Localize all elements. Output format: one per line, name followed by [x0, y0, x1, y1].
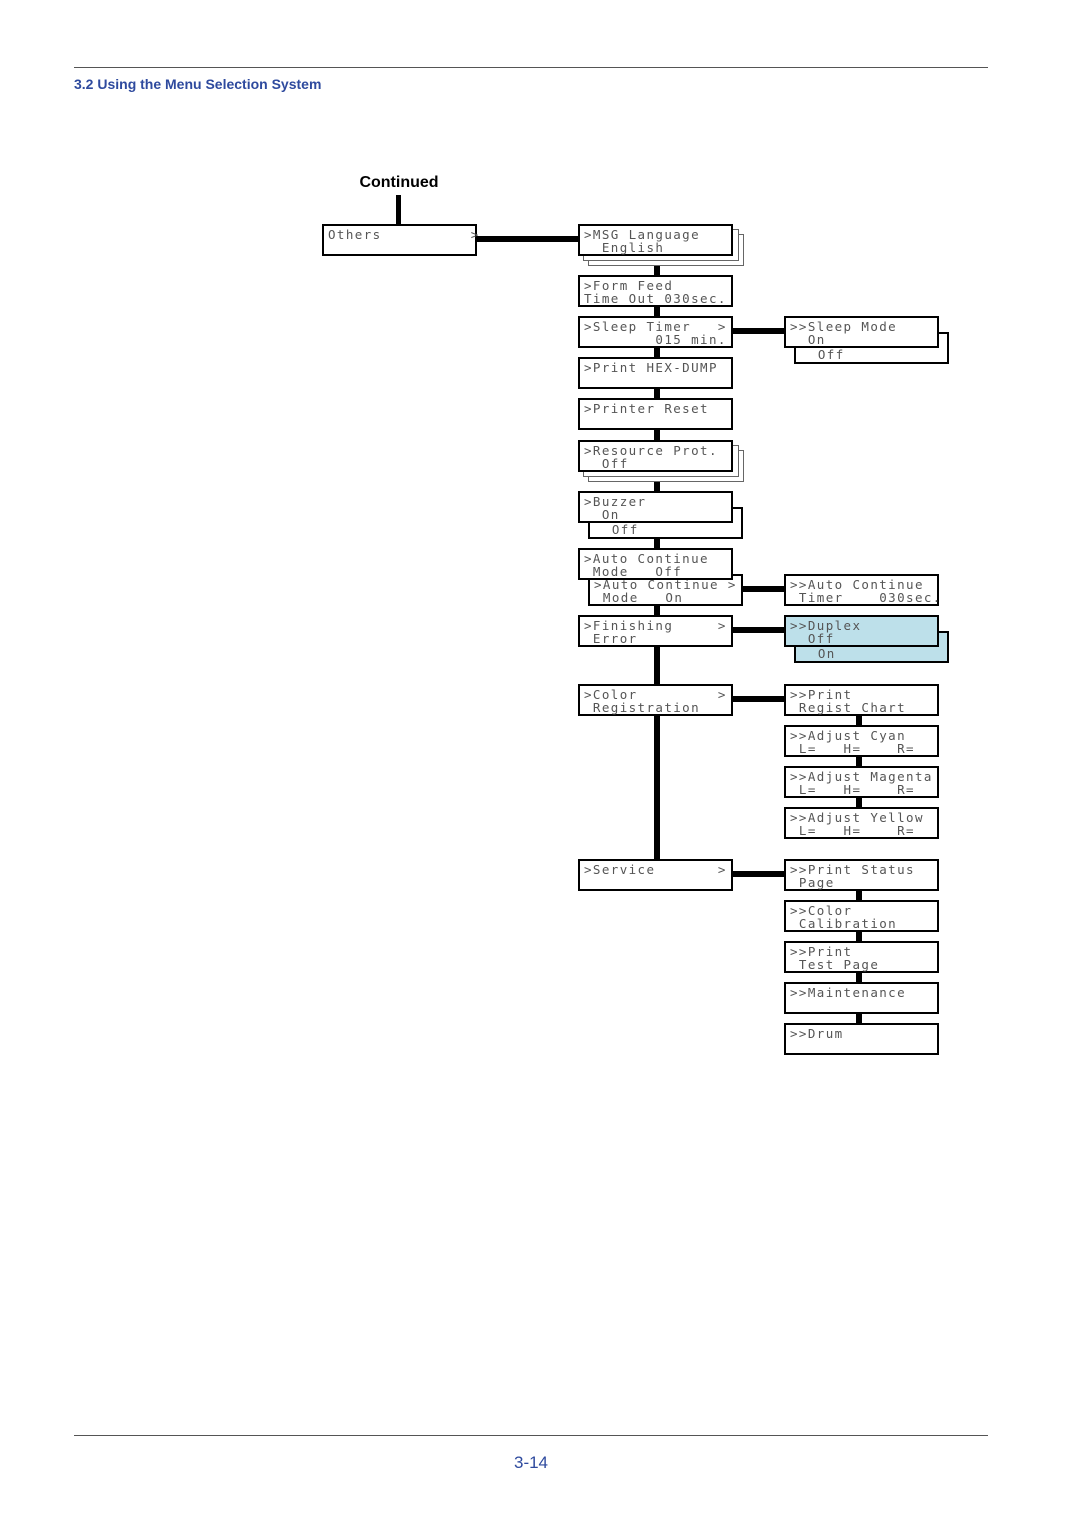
- box-text: L= H= R=: [790, 823, 915, 838]
- box-text: Registration: [584, 700, 701, 715]
- menu-sleep-timer: >Sleep Timer > 015 min.: [578, 316, 733, 348]
- box-text: Others >: [328, 227, 480, 242]
- box-text: On: [800, 646, 836, 661]
- connector: [733, 627, 785, 633]
- box-text: Mode On: [594, 590, 684, 605]
- manual-page: 3.2 Using the Menu Selection System 3-14…: [0, 0, 1080, 1528]
- menu-form-feed: >Form Feed Time Out 030sec.: [578, 275, 733, 307]
- menu-color-calibration: >>Color Calibration: [784, 900, 939, 932]
- menu-printer-reset: >Printer Reset: [578, 398, 733, 430]
- box-text: >Print HEX-DUMP: [584, 360, 718, 375]
- menu-print-regist-chart: >>Print Regist Chart: [784, 684, 939, 716]
- menu-print-test-page: >>Print Test Page: [784, 941, 939, 973]
- menu-others: Others >: [322, 224, 480, 256]
- connector: [743, 586, 785, 592]
- menu-finishing-error: >Finishing > Error: [578, 615, 733, 647]
- menu-print-status-page: >>Print Status Page: [784, 859, 939, 891]
- box-text: Page: [790, 875, 835, 890]
- menu-auto-continue-timer: >>Auto Continue Timer 030sec.: [784, 574, 942, 606]
- connector: [396, 195, 401, 225]
- menu-sleep-mode: >>Sleep Mode On: [784, 316, 939, 348]
- menu-adjust-cyan: >>Adjust Cyan L= H= R=: [784, 725, 939, 757]
- box-text: Mode Off: [584, 564, 683, 579]
- box-text: Off: [790, 631, 835, 646]
- box-text: Timer 030sec.: [790, 590, 942, 605]
- box-text: >Printer Reset: [584, 401, 709, 416]
- menu-resource-prot: >Resource Prot. Off: [578, 440, 733, 472]
- menu-adjust-magenta: >>Adjust Magenta L= H= R=: [784, 766, 939, 798]
- connector: [733, 871, 785, 877]
- menu-color-registration: >Color > Registration: [578, 684, 733, 716]
- section-title: 3.2 Using the Menu Selection System: [74, 76, 322, 92]
- menu-duplex: >>Duplex Off: [784, 615, 939, 647]
- box-text: Error: [584, 631, 638, 646]
- box-text: 015 min.: [584, 332, 727, 347]
- box-text: Off: [800, 347, 845, 362]
- box-text: Off: [584, 456, 629, 471]
- header-rule: [74, 67, 988, 68]
- menu-print-hex-dump: >Print HEX-DUMP: [578, 357, 733, 389]
- footer-rule: [74, 1435, 988, 1436]
- box-text: >Service >: [584, 862, 727, 877]
- box-text: English: [584, 240, 665, 255]
- box-text: L= H= R=: [790, 741, 915, 756]
- page-number: 3-14: [513, 1453, 549, 1472]
- box-text: >>Maintenance: [790, 985, 907, 1000]
- menu-service: >Service >: [578, 859, 733, 891]
- menu-drum: >>Drum: [784, 1023, 939, 1055]
- box-text: L= H= R=: [790, 782, 915, 797]
- box-text: On: [584, 507, 620, 522]
- menu-msg-language: >MSG Language English: [578, 224, 733, 256]
- box-text: Test Page: [790, 957, 880, 972]
- menu-auto-continue-off: >Auto Continue Mode Off: [578, 548, 733, 580]
- menu-maintenance: >>Maintenance: [784, 982, 939, 1014]
- box-text: On: [790, 332, 826, 347]
- menu-adjust-yellow: >>Adjust Yellow L= H= R=: [784, 807, 939, 839]
- connector: [477, 236, 579, 242]
- box-text: Calibration: [790, 916, 898, 931]
- box-text: >>Drum: [790, 1026, 844, 1041]
- box-text: Time Out 030sec.: [584, 291, 727, 306]
- connector: [733, 328, 785, 334]
- box-text: Off: [594, 522, 639, 537]
- box-text: Regist Chart: [790, 700, 907, 715]
- menu-buzzer: >Buzzer On: [578, 491, 733, 523]
- connector: [733, 696, 785, 702]
- continued-label: Continued: [359, 174, 439, 191]
